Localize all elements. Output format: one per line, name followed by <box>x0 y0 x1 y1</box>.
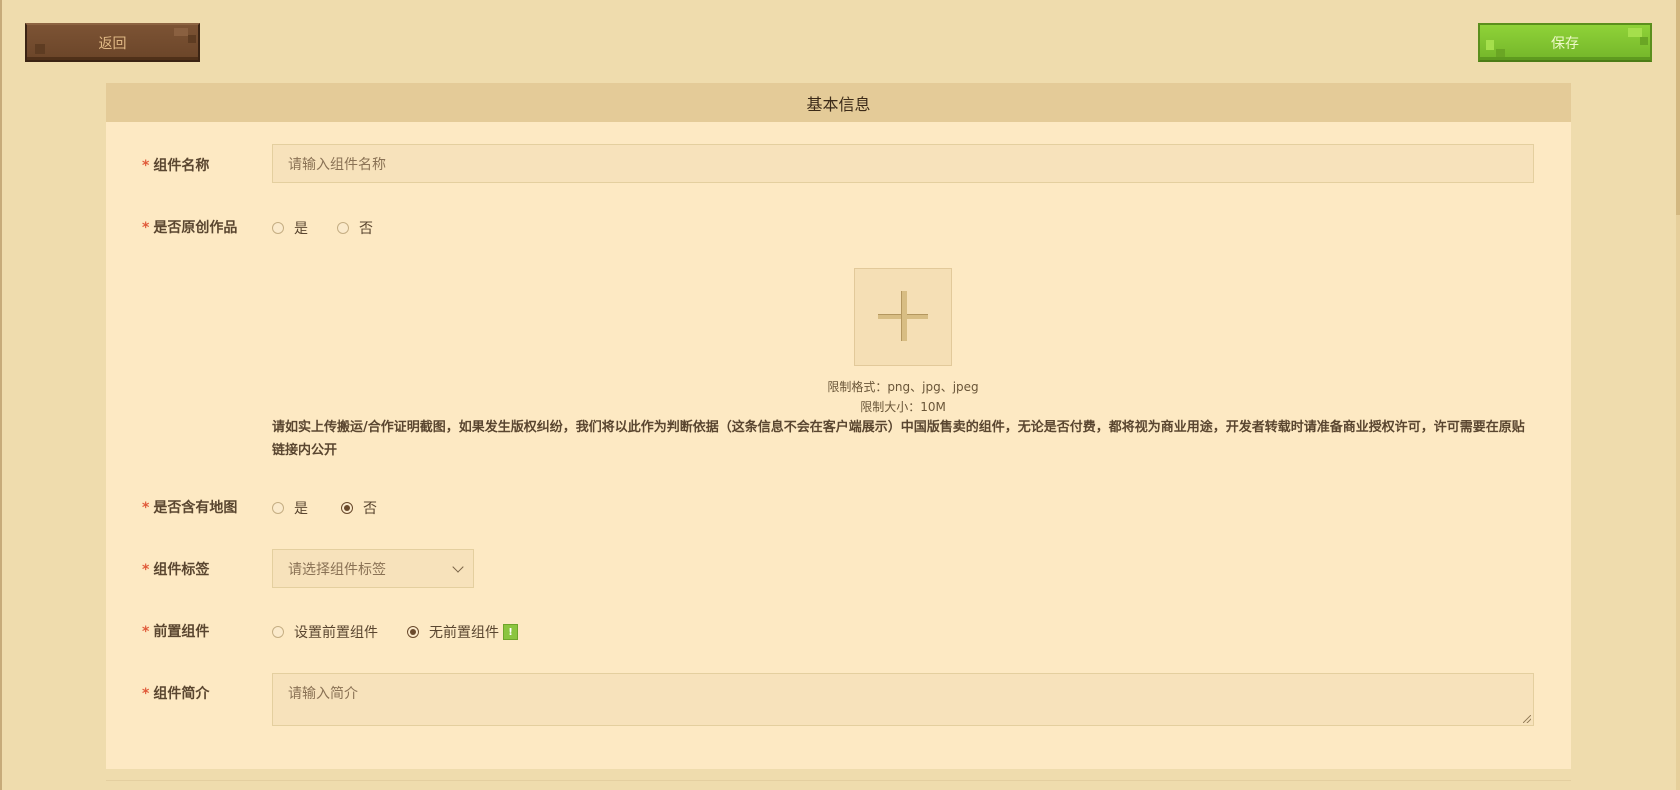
component-intro-label: * 组件简介 <box>142 686 210 702</box>
required-mark: * <box>142 220 150 236</box>
radio-circle-checked <box>407 626 419 638</box>
scrollbar-track[interactable] <box>1676 0 1680 790</box>
save-button-label: 保存 <box>1551 35 1579 52</box>
component-tags-placeholder: 请选择组件标签 <box>288 561 386 578</box>
has-map-label: * 是否含有地图 <box>142 500 238 516</box>
component-tags-label: * 组件标签 <box>142 562 210 578</box>
required-mark: * <box>142 624 150 640</box>
radio-circle <box>272 502 284 514</box>
upload-proof-button[interactable] <box>854 268 952 366</box>
component-intro-placeholder: 请输入简介 <box>288 686 358 702</box>
pixel-decoration <box>35 44 45 54</box>
prerequisite-label: * 前置组件 <box>142 624 210 640</box>
scrollbar-thumb[interactable] <box>1676 0 1680 215</box>
required-mark: * <box>142 158 150 174</box>
has-map-yes-radio[interactable]: 是 <box>272 498 308 518</box>
back-button-label: 返回 <box>98 35 127 52</box>
component-name-placeholder: 请输入组件名称 <box>288 156 386 173</box>
required-mark: * <box>142 500 150 516</box>
resize-handle-icon[interactable] <box>1523 715 1531 723</box>
required-mark: * <box>142 562 150 578</box>
no-prerequisite-radio[interactable]: 无前置组件 ! <box>407 622 518 642</box>
original-no-radio[interactable]: 否 <box>337 218 373 238</box>
pixel-decoration <box>174 28 188 36</box>
pixel-decoration <box>1628 28 1642 37</box>
component-intro-textarea[interactable]: 请输入简介 <box>272 673 1534 726</box>
next-section-edge <box>106 780 1571 781</box>
info-badge-icon[interactable]: ! <box>503 624 518 640</box>
original-work-label: * 是否原创作品 <box>142 220 238 236</box>
page: 返回 保存 基本信息 * 组件名称 请输入组件名称 * 是否原创作品 是 否 限… <box>0 0 1680 790</box>
component-name-label: * 组件名称 <box>142 158 210 174</box>
original-yes-radio[interactable]: 是 <box>272 218 308 238</box>
window-left-border <box>0 0 2 790</box>
radio-circle <box>272 626 284 638</box>
prerequisite-radio-group: 设置前置组件 无前置组件 ! <box>272 622 518 642</box>
has-map-no-radio[interactable]: 否 <box>341 498 377 518</box>
section-header: 基本信息 <box>106 83 1571 122</box>
upload-size-hint: 限制大小：10M <box>860 400 946 414</box>
radio-circle <box>337 222 349 234</box>
copyright-notice: 请如实上传搬运/合作证明截图，如果发生版权纠纷，我们将以此作为判断依据（这条信息… <box>272 420 1525 458</box>
pixel-decoration <box>188 35 196 43</box>
pixel-decoration <box>1640 37 1648 45</box>
back-button[interactable]: 返回 <box>25 23 200 62</box>
radio-circle-checked <box>341 502 353 514</box>
basic-info-panel: 基本信息 * 组件名称 请输入组件名称 * 是否原创作品 是 否 限制格式：pn… <box>106 83 1571 769</box>
component-name-input[interactable]: 请输入组件名称 <box>272 144 1534 183</box>
required-mark: * <box>142 686 150 702</box>
has-map-radio-group: 是 否 <box>272 498 377 518</box>
plus-icon <box>901 291 907 341</box>
section-title: 基本信息 <box>806 94 871 114</box>
pixel-decoration <box>1496 49 1505 57</box>
original-work-radio-group: 是 否 <box>272 218 373 238</box>
component-tags-select[interactable]: 请选择组件标签 <box>272 549 474 588</box>
pixel-decoration <box>1486 40 1494 50</box>
upload-format-hint: 限制格式：png、jpg、jpeg <box>827 380 979 394</box>
save-button[interactable]: 保存 <box>1478 23 1652 62</box>
set-prerequisite-radio[interactable]: 设置前置组件 <box>272 622 378 642</box>
chevron-down-icon <box>452 561 464 573</box>
radio-circle <box>272 222 284 234</box>
